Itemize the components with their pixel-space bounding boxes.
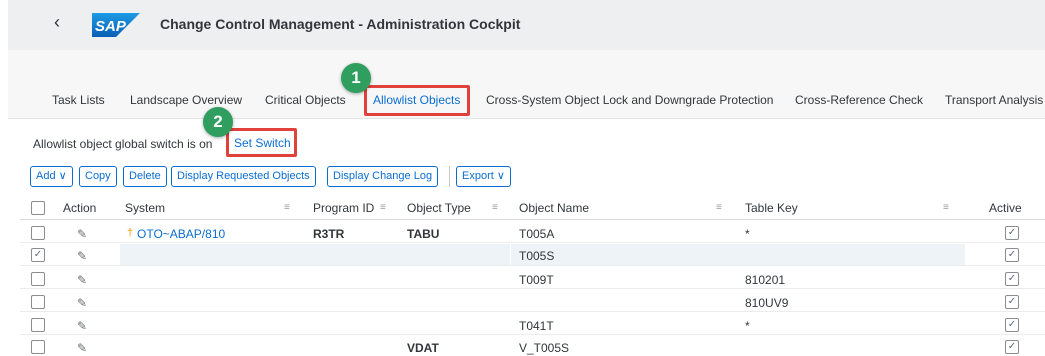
pencil-icon[interactable]: ✎ <box>77 249 87 263</box>
row-select-checkbox[interactable] <box>31 272 45 286</box>
sort-icon[interactable]: ≡ <box>492 202 498 213</box>
sort-icon[interactable]: ≡ <box>716 202 722 213</box>
table-row[interactable] <box>20 289 1045 312</box>
chevron-down-icon: ∨ <box>58 170 67 182</box>
column-action: Action <box>63 201 97 215</box>
tab-critical-objects[interactable]: Critical Objects <box>265 93 346 107</box>
row-select-checkbox[interactable] <box>31 340 45 354</box>
object-name-cell: V_T005S <box>519 341 570 355</box>
tab-cross-system-lock[interactable]: Cross-System Object Lock and Downgrade P… <box>486 93 773 107</box>
app-title: Change Control Management - Administrati… <box>160 16 521 32</box>
pencil-icon[interactable]: ✎ <box>77 273 87 287</box>
sort-icon[interactable]: ≡ <box>943 202 949 213</box>
active-checkbox[interactable]: ✓ <box>1005 248 1019 262</box>
chevron-down-icon: ∨ <box>496 170 505 182</box>
tab-transport-analysis[interactable]: Transport Analysis <box>945 93 1043 107</box>
column-active: Active <box>989 201 1022 215</box>
callout-badge-2: 2 <box>203 107 233 137</box>
sap-logo: SAP <box>92 13 140 37</box>
column-object-name[interactable]: Object Name <box>519 201 589 215</box>
export-button[interactable]: Export ∨ <box>456 166 511 187</box>
svg-text:SAP: SAP <box>95 18 127 35</box>
switch-status-text: Allowlist object global switch is on <box>33 137 213 151</box>
pencil-icon[interactable]: ✎ <box>77 319 87 333</box>
tab-task-lists[interactable]: Task Lists <box>52 93 105 107</box>
key-icon: † <box>127 227 134 239</box>
pencil-icon[interactable]: ✎ <box>77 227 87 241</box>
back-icon[interactable]: ‹ <box>54 12 60 33</box>
table-key-cell: * <box>745 227 750 241</box>
display-change-log-button[interactable]: Display Change Log <box>327 166 439 187</box>
object-name-cell: T009T <box>519 273 554 287</box>
add-button[interactable]: Add ∨ <box>30 166 73 187</box>
copy-button[interactable]: Copy <box>79 166 117 187</box>
table-key-cell: * <box>745 319 750 333</box>
toolbar-separator <box>449 166 450 187</box>
column-object-type[interactable]: Object Type <box>407 201 471 215</box>
allowlist-tab-highlight <box>364 85 470 116</box>
active-checkbox[interactable]: ✓ <box>1005 340 1019 354</box>
select-all-checkbox[interactable] <box>31 201 45 215</box>
table-key-cell: 810201 <box>745 273 786 287</box>
object-name-cell: T041T <box>519 319 554 333</box>
set-switch-highlight <box>226 128 297 157</box>
merged-cell-highlight <box>120 244 510 265</box>
active-checkbox[interactable]: ✓ <box>1005 318 1019 332</box>
sort-icon[interactable]: ≡ <box>380 202 386 213</box>
pencil-icon[interactable]: ✎ <box>77 341 87 355</box>
row-select-checkbox[interactable] <box>31 226 45 240</box>
row-select-checkbox[interactable] <box>31 295 45 309</box>
row-select-checkbox[interactable]: ✓ <box>31 248 45 262</box>
pencil-icon[interactable]: ✎ <box>77 296 87 310</box>
column-table-key[interactable]: Table Key <box>745 201 798 215</box>
delete-button[interactable]: Delete <box>123 166 167 187</box>
sort-icon[interactable]: ≡ <box>284 202 290 213</box>
active-checkbox[interactable]: ✓ <box>1005 272 1019 286</box>
tab-landscape-overview[interactable]: Landscape Overview <box>130 93 242 107</box>
table-key-cell: 810UV9 <box>745 296 789 310</box>
callout-badge-1: 1 <box>341 63 371 93</box>
display-requested-objects-button[interactable]: Display Requested Objects <box>171 166 316 187</box>
tab-cross-reference-check[interactable]: Cross-Reference Check <box>795 93 923 107</box>
row-select-checkbox[interactable] <box>31 318 45 332</box>
column-program-id[interactable]: Program ID <box>313 201 374 215</box>
object-name-cell: T005S <box>519 249 555 263</box>
system-cell[interactable]: OTO~ABAP/810 <box>137 227 225 241</box>
tab-bar <box>8 50 1045 119</box>
program-id-cell: R3TR <box>313 227 345 241</box>
column-system[interactable]: System <box>125 201 165 215</box>
object-type-cell: VDAT <box>407 341 439 355</box>
object-name-cell: T005A <box>519 227 555 241</box>
table-key-cell-bg <box>740 244 965 265</box>
active-checkbox[interactable]: ✓ <box>1005 295 1019 309</box>
object-type-cell: TABU <box>407 227 440 241</box>
active-checkbox[interactable]: ✓ <box>1005 226 1019 240</box>
